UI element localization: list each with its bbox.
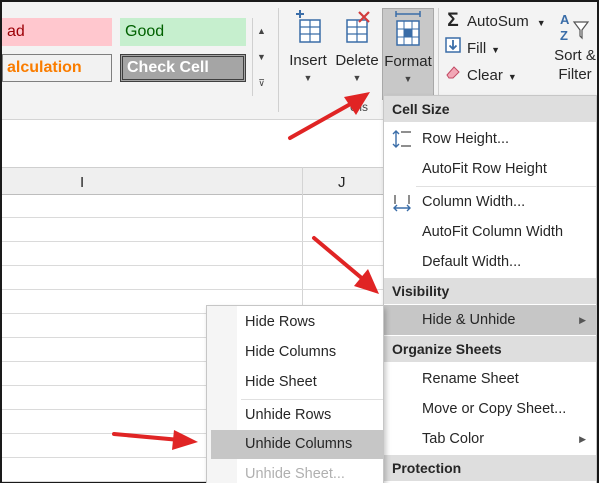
rename-sheet-item[interactable]: Rename Sheet [384,364,596,394]
default-width-label: Default Width... [422,254,522,270]
eraser-icon [444,64,462,87]
sort-label-line2: Filter [558,66,592,83]
chevron-down-icon: ▼ [403,74,413,84]
column-width-label: Column Width... [422,194,526,210]
hide-unhide-label: Hide & Unhide [422,312,516,328]
tab-color-label: Tab Color [422,431,485,447]
organize-sheets-header: Organize Sheets [384,336,596,362]
format-label: Format [384,53,432,70]
column-width-item[interactable]: Column Width... [384,187,596,217]
sigma-icon: Σ [447,10,459,31]
column-width-icon [393,195,411,212]
hide-unhide-item[interactable]: Hide & Unhide ▶ [384,305,596,335]
insert-label: Insert [289,52,327,69]
sort-label-line1: Sort & [554,47,596,64]
autosum-label: AutoSum [467,13,529,30]
format-cells-icon [395,11,421,46]
clear-label: Clear [467,67,503,84]
style-check-cell[interactable]: Check Cell [120,54,246,82]
move-copy-sheet-label: Move or Copy Sheet... [422,401,567,417]
delete-label: Delete [335,52,379,69]
row-height-item[interactable]: Row Height... [384,124,596,154]
chevron-down-icon: ▼ [303,73,313,83]
tab-color-item[interactable]: Tab Color ▶ [384,424,596,454]
default-width-item[interactable]: Default Width... [384,247,596,277]
fill-button[interactable]: Fill ▼ [444,37,500,59]
protection-header: Protection [384,455,596,481]
autofit-column-width-item[interactable]: AutoFit Column Width [384,217,596,247]
gallery-more-icon[interactable]: ⊽ [253,70,270,96]
rename-sheet-label: Rename Sheet [422,371,519,387]
autofit-row-height-item[interactable]: AutoFit Row Height [384,154,596,184]
delete-button[interactable]: Delete ▼ [333,10,381,83]
cell-size-header: Cell Size [384,96,596,122]
hide-unhide-submenu: Hide Rows Hide Columns Hide Sheet Unhide… [206,305,384,483]
column-header-i[interactable]: I [80,174,84,191]
style-good[interactable]: Good [120,18,246,46]
style-calculation[interactable]: alculation [2,54,112,82]
ribbon-separator [278,8,279,112]
chevron-down-icon: ▼ [352,73,362,83]
move-copy-sheet-item[interactable]: Move or Copy Sheet... [384,394,596,424]
style-bad[interactable]: ad [2,18,112,46]
column-header-j[interactable]: J [338,174,346,191]
insert-button[interactable]: Insert ▼ [285,10,331,83]
autosum-button[interactable]: Σ AutoSum ▼ [444,10,546,32]
format-dropdown-menu: Cell Size Row Height... AutoFit Row Heig… [383,95,597,483]
sort-filter-button[interactable]: A Z Sort & Filter [550,10,599,84]
unhide-sheet-item: Unhide Sheet... [245,466,345,482]
row-height-icon [392,130,411,148]
unhide-rows-item[interactable]: Unhide Rows [207,401,383,430]
gallery-scroll-up-icon[interactable]: ▲ [253,18,270,44]
cell-styles-gallery: ad Good alculation Check Cell ▲ ▼ ⊽ [2,10,272,96]
unhide-columns-item[interactable]: Unhide Columns [211,430,383,459]
svg-text:Z: Z [560,28,568,43]
fill-down-icon [444,37,462,60]
autofit-column-width-label: AutoFit Column Width [422,224,564,240]
svg-text:A: A [560,12,570,27]
fill-label: Fill [467,40,487,57]
visibility-header: Visibility [384,278,596,304]
styles-gallery-scroll: ▲ ▼ ⊽ [252,18,270,96]
hide-sheet-item[interactable]: Hide Sheet [207,368,383,397]
gallery-scroll-down-icon[interactable]: ▼ [253,44,270,70]
arrow-to-visibility-icon [312,236,379,294]
format-button[interactable]: Format ▼ [382,8,434,100]
delete-cells-icon [346,11,370,43]
hide-rows-item[interactable]: Hide Rows [207,308,383,337]
chevron-down-icon: ▼ [536,18,546,28]
cells-group-label: ells [350,100,369,114]
submenu-arrow-icon: ▶ [579,434,586,444]
row-height-label: Row Height... [422,131,510,147]
clear-button[interactable]: Clear ▼ [444,64,517,86]
submenu-arrow-icon: ▶ [579,315,586,325]
insert-cells-icon [296,10,321,43]
chevron-down-icon: ▼ [491,45,501,55]
hide-columns-item[interactable]: Hide Columns [207,338,383,367]
menu-separator [241,399,383,400]
chevron-down-icon: ▼ [507,72,517,82]
autofit-row-height-label: AutoFit Row Height [422,161,547,177]
sort-filter-icon: A Z [560,12,590,43]
